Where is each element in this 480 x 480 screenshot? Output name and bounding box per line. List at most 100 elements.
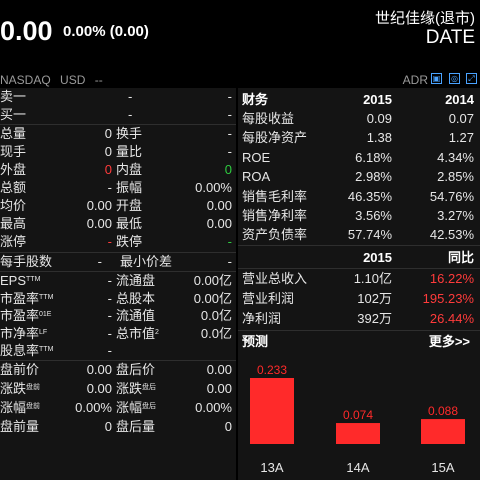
extended-value: 0.00 xyxy=(206,362,232,377)
stat-value: 0 xyxy=(104,144,112,159)
valuation-label-text: 市净率 xyxy=(0,325,40,341)
valuation-value: - xyxy=(107,308,112,324)
valuation-label: 市净率LF xyxy=(0,325,47,343)
stat-label: 开盘 xyxy=(116,198,143,213)
stat-label: 最低 xyxy=(116,216,143,231)
income-label: 营业利润 xyxy=(242,291,295,306)
income-yoy: 16.22% xyxy=(429,271,474,286)
valuation-label: 股息率TTM xyxy=(0,342,53,360)
sell1-price: - xyxy=(128,89,133,104)
stat-value: 0 xyxy=(104,126,112,141)
forecast-value-label: 0.088 xyxy=(428,404,458,418)
finance-value-2014: 0.07 xyxy=(448,111,474,126)
finance-value-2014: 42.53% xyxy=(429,227,474,243)
stats-row: 外盘 0 内盘 0 xyxy=(0,161,236,179)
stat-label: 涨停 xyxy=(0,234,27,249)
finance-row: 每股收益 0.09 0.07 xyxy=(238,109,480,128)
finance-col-2015: 2015 xyxy=(363,92,392,107)
valuation-label-text: 流通值 xyxy=(116,308,156,324)
quote-date: DATE xyxy=(425,27,475,48)
stats-row: 总量 0 换手 - xyxy=(0,125,236,143)
stat-value: - xyxy=(107,180,112,195)
stat-value: - xyxy=(107,234,112,249)
extended-label: 涨幅盘后 xyxy=(116,399,156,417)
forecast-bar-15A xyxy=(421,419,465,444)
valuation-label: 总股本 xyxy=(116,290,155,308)
extended-label-text: 涨幅 xyxy=(116,400,143,415)
stats-row: 涨停 - 跌停 - xyxy=(0,233,236,251)
buy1-label: 买一 xyxy=(0,107,27,122)
eps-forecast-chart: 0.233 13A 0.074 14A 0.088 15A xyxy=(250,363,465,475)
extended-suffix: 盘后 xyxy=(142,384,157,391)
valuation-label: 流通值 xyxy=(116,307,155,325)
extended-row: 涨跌盘前 0.00 涨跌盘后 0.00 xyxy=(0,380,236,398)
income-yoy: 195.23% xyxy=(422,291,474,306)
valuation-label: 市盈率01E xyxy=(0,307,51,325)
extended-suffix: 盘前 xyxy=(26,403,41,410)
income-value: 102万 xyxy=(357,291,392,306)
stats-row: 最高 0.00 最低 0.00 xyxy=(0,215,236,233)
extended-label-text: 涨跌 xyxy=(116,381,143,396)
finance-label: 销售净利率 xyxy=(242,208,308,223)
valuation-label-text: 市盈率 xyxy=(0,308,40,324)
finance-row: 资产负债率 57.74% 42.53% xyxy=(238,225,480,244)
finance-value-2015: 3.56% xyxy=(355,208,392,223)
valuation-value: 0.0亿 xyxy=(200,325,232,341)
stat-label: 均价 xyxy=(0,198,27,213)
stat-label: 总量 xyxy=(0,126,27,141)
valuation-label: 市盈率TTM xyxy=(0,290,53,308)
finance-value-2015: 1.38 xyxy=(366,130,392,146)
valuation-suffix: 2 xyxy=(155,328,159,336)
valuation-value: - xyxy=(107,290,112,306)
income-label: 营业总收入 xyxy=(242,271,308,286)
adr-link[interactable]: ADR xyxy=(403,73,428,87)
extended-label-text: 盘后量 xyxy=(116,419,156,434)
stat-label: 换手 xyxy=(116,126,143,141)
finance-value-2014: 4.34% xyxy=(437,149,474,165)
extended-label: 盘前量 xyxy=(0,418,39,436)
valuation-row: 市盈率TTM - 总股本 0.00亿 xyxy=(0,290,236,308)
last-price: 0.00 xyxy=(0,16,53,46)
income-header: 2015 同比 xyxy=(238,248,480,267)
forecast-bar-14A xyxy=(336,423,380,444)
finance-value-2015: 46.35% xyxy=(347,188,392,204)
stats-row: 现手 0 量比 - xyxy=(0,143,236,161)
valuation-row: EPSTTM - 流通盘 0.00亿 xyxy=(0,272,236,290)
finance-value-2015: 6.18% xyxy=(355,149,392,165)
valuation-label: 总市值2 xyxy=(116,325,159,343)
extended-label: 涨跌盘前 xyxy=(0,380,40,398)
finance-label: 销售毛利率 xyxy=(242,188,308,204)
tick-size-label: 最小价差 xyxy=(120,254,173,269)
valuation-suffix: TTM xyxy=(39,293,54,301)
finance-value-2015: 57.74% xyxy=(347,227,392,243)
forecast-bar-13A xyxy=(250,378,294,444)
valuation-value: 0.00亿 xyxy=(193,273,232,288)
order-sell1-row: 卖一 - - xyxy=(0,88,236,106)
extended-label: 盘后价 xyxy=(116,361,155,379)
stat-value: 0.00 xyxy=(86,198,112,213)
sell1-volume: - xyxy=(227,89,232,104)
expand-icon[interactable]: ⤢ xyxy=(466,73,477,84)
valuation-value: - xyxy=(107,343,112,359)
stat-label: 总额 xyxy=(0,180,27,195)
finance-header: 财务 2015 2014 xyxy=(238,90,480,109)
finance-value-2014: 2.85% xyxy=(437,169,474,185)
extended-label: 涨幅盘前 xyxy=(0,399,40,417)
finance-row: ROE 6.18% 4.34% xyxy=(238,148,480,167)
stat-label: 跌停 xyxy=(116,234,143,249)
finance-label: ROA xyxy=(242,169,271,185)
finance-value-2015: 2.98% xyxy=(355,169,392,185)
extended-row: 盘前价 0.00 盘后价 0.00 xyxy=(0,361,236,379)
stat-value: 0 xyxy=(104,162,112,177)
chart-view-icon[interactable]: ▣ xyxy=(431,73,442,84)
valuation-row: 股息率TTM - xyxy=(0,342,236,360)
extended-row: 涨幅盘前 0.00% 涨幅盘后 0.00% xyxy=(0,399,236,417)
stat-value: - xyxy=(227,144,232,159)
forecast-value-label: 0.074 xyxy=(343,408,373,422)
income-row: 净利润 392万 26.44% xyxy=(238,309,480,328)
extended-label: 涨跌盘后 xyxy=(116,380,156,398)
finance-label: ROE xyxy=(242,149,271,165)
lot-size-value: - xyxy=(97,254,102,269)
settings-icon[interactable]: ◎ xyxy=(449,73,460,84)
forecast-category-label: 13A xyxy=(260,460,283,475)
